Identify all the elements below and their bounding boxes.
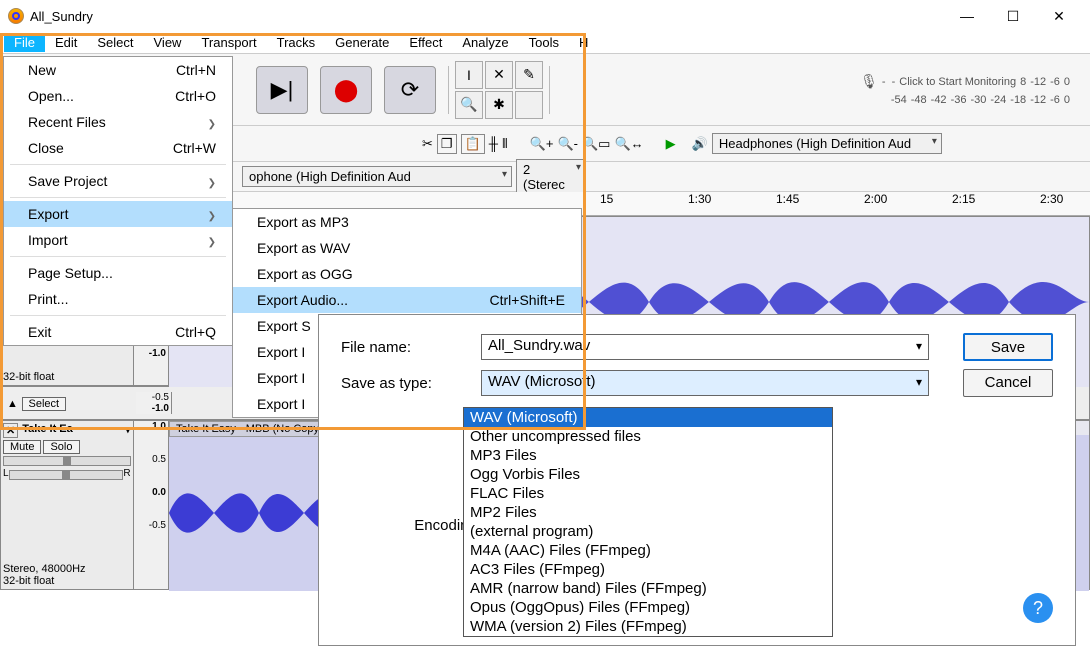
zoom-out-icon[interactable]: 🔍- <box>557 136 578 152</box>
cut-icon[interactable]: ✂ <box>422 136 433 152</box>
input-device-select[interactable]: ophone (High Definition Aud <box>242 166 512 187</box>
export-dialog: File name: All_Sundry.wav Save Save as t… <box>318 314 1076 646</box>
menu-generate[interactable]: Generate <box>325 33 399 52</box>
type-option[interactable]: FLAC Files <box>464 484 832 503</box>
export-mp3[interactable]: Export as MP3 <box>233 209 581 235</box>
menu-print[interactable]: Print... <box>4 286 232 312</box>
monitor-hint[interactable]: Click to Start Monitoring <box>899 76 1016 88</box>
type-select[interactable]: WAV (Microsoft) <box>481 370 929 396</box>
menu-analyze[interactable]: Analyze <box>452 33 518 52</box>
solo-button[interactable]: Solo <box>43 440 79 454</box>
menu-file[interactable]: File <box>4 33 45 52</box>
speaker-icon: 🔊 <box>692 136 708 152</box>
menu-transport[interactable]: Transport <box>191 33 266 52</box>
encoding-label: Encoding: <box>341 517 481 534</box>
output-device-select[interactable]: Headphones (High Definition Aud <box>712 133 942 154</box>
help-icon[interactable]: ? <box>1023 593 1053 623</box>
play-at-speed-icon[interactable]: ▶ <box>666 136 676 152</box>
draw-tool[interactable]: ✎ <box>515 61 543 89</box>
app-icon <box>8 8 24 24</box>
menu-select[interactable]: Select <box>87 33 143 52</box>
tools-palette: I ✕ ✎ 🔍 ✱ <box>455 61 543 119</box>
select-button[interactable]: Select <box>22 397 67 411</box>
menu-export[interactable]: Export <box>4 201 232 227</box>
export-ogg[interactable]: Export as OGG <box>233 261 581 287</box>
type-option[interactable]: MP3 Files <box>464 446 832 465</box>
type-option[interactable]: WMA (version 2) Files (FFmpeg) <box>464 617 832 636</box>
menu-import[interactable]: Import <box>4 227 232 253</box>
menu-new[interactable]: NewCtrl+N <box>4 57 232 83</box>
menu-exit[interactable]: ExitCtrl+Q <box>4 319 232 345</box>
channels-select[interactable]: 2 (Sterec <box>516 159 586 195</box>
menu-tracks[interactable]: Tracks <box>267 33 326 52</box>
track2-info: Stereo, 48000Hz 32-bit float <box>3 563 131 587</box>
minimize-button[interactable]: — <box>944 8 990 25</box>
menu-view[interactable]: View <box>144 33 192 52</box>
file-menu: NewCtrl+N Open...Ctrl+O Recent Files Clo… <box>3 56 233 346</box>
menu-open[interactable]: Open...Ctrl+O <box>4 83 232 109</box>
menu-help-cut[interactable]: H <box>569 33 598 52</box>
zoom-tool[interactable]: 🔍 <box>455 91 483 119</box>
menu-tools[interactable]: Tools <box>519 33 569 52</box>
type-option[interactable]: AC3 Files (FFmpeg) <box>464 560 832 579</box>
record-button[interactable]: ⬤ <box>320 66 372 114</box>
filename-input[interactable]: All_Sundry.wav <box>481 334 929 360</box>
loop-button[interactable]: ⟳ <box>384 66 436 114</box>
title-bar: All_Sundry — ☐ ✕ <box>0 0 1090 32</box>
menu-edit[interactable]: Edit <box>45 33 87 52</box>
close-button[interactable]: ✕ <box>1036 8 1082 25</box>
copy-icon[interactable]: ❐ <box>437 134 457 154</box>
zoom-in-icon[interactable]: 🔍+ <box>530 136 554 152</box>
menu-bar: File Edit Select View Transport Tracks G… <box>0 32 1090 54</box>
trim-icon[interactable]: ╫ <box>489 136 498 151</box>
export-wav[interactable]: Export as WAV <box>233 235 581 261</box>
type-option[interactable]: (external program) <box>464 522 832 541</box>
track1-format: 32-bit float <box>3 371 131 383</box>
filename-label: File name: <box>341 339 481 356</box>
clip-title[interactable]: Take It Easy - MBB (No Copy <box>169 421 326 437</box>
save-button[interactable]: Save <box>963 333 1053 361</box>
track2-scale: 1.0 0.5 0.0 -0.5 <box>134 421 169 589</box>
type-option[interactable]: M4A (AAC) Files (FFmpeg) <box>464 541 832 560</box>
fit-proj-icon[interactable]: 🔍↔ <box>614 136 643 152</box>
paste-icon[interactable]: 📋 <box>461 134 485 154</box>
cancel-button[interactable]: Cancel <box>963 369 1053 397</box>
window-title: All_Sundry <box>30 9 944 24</box>
multi-tool[interactable] <box>515 91 543 119</box>
type-option[interactable]: AMR (narrow band) Files (FFmpeg) <box>464 579 832 598</box>
type-option[interactable]: MP2 Files <box>464 503 832 522</box>
menu-effect[interactable]: Effect <box>399 33 452 52</box>
export-audio[interactable]: Export Audio...Ctrl+Shift+E <box>233 287 581 313</box>
mute-button[interactable]: Mute <box>3 440 41 454</box>
track2-name: Take It Ea <box>22 423 73 438</box>
track2-close[interactable]: ✕ <box>3 423 18 438</box>
menu-close[interactable]: CloseCtrl+W <box>4 135 232 161</box>
timeshift-tool[interactable]: ✱ <box>485 91 513 119</box>
gain-slider[interactable] <box>3 456 131 466</box>
type-option[interactable]: Other uncompressed files <box>464 427 832 446</box>
maximize-button[interactable]: ☐ <box>990 8 1036 25</box>
type-option[interactable]: WAV (Microsoft) <box>464 408 832 427</box>
fit-sel-icon[interactable]: 🔍▭ <box>582 136 610 152</box>
type-dropdown-list: WAV (Microsoft) Other uncompressed files… <box>463 407 833 637</box>
type-label: Save as type: <box>341 375 481 392</box>
type-option[interactable]: Ogg Vorbis Files <box>464 465 832 484</box>
track2-head: ✕Take It Ea▾ Mute Solo LR Stereo, 48000H… <box>1 421 134 589</box>
selection-tool[interactable]: I <box>455 61 483 89</box>
menu-recent[interactable]: Recent Files <box>4 109 232 135</box>
envelope-tool[interactable]: ✕ <box>485 61 513 89</box>
menu-save-project[interactable]: Save Project <box>4 168 232 194</box>
type-option[interactable]: Opus (OggOpus) Files (FFmpeg) <box>464 598 832 617</box>
silence-icon[interactable]: ⦀ <box>502 136 508 152</box>
skip-end-button[interactable]: ▶| <box>256 66 308 114</box>
pan-slider[interactable] <box>9 470 124 480</box>
menu-page-setup[interactable]: Page Setup... <box>4 260 232 286</box>
